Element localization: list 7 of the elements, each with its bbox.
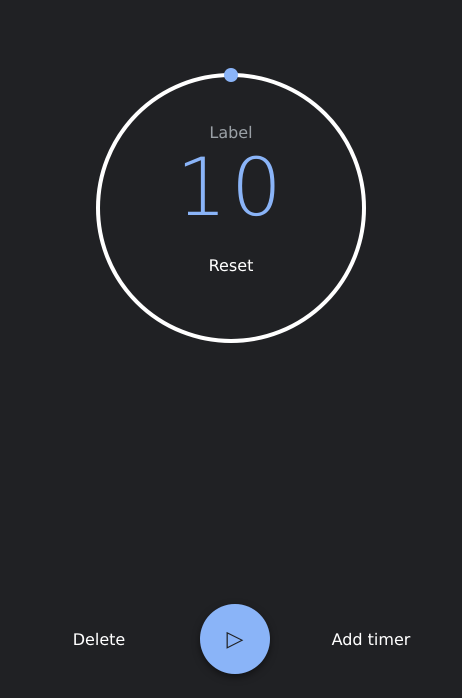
- reset-button[interactable]: Reset: [200, 252, 262, 279]
- timer-label[interactable]: Label: [209, 123, 253, 142]
- add-timer-button[interactable]: Add timer: [316, 622, 426, 656]
- play-button[interactable]: ▷: [200, 604, 270, 674]
- progress-dot: [224, 68, 238, 82]
- delete-button[interactable]: Delete: [44, 622, 154, 656]
- timer-time: 10: [176, 148, 286, 228]
